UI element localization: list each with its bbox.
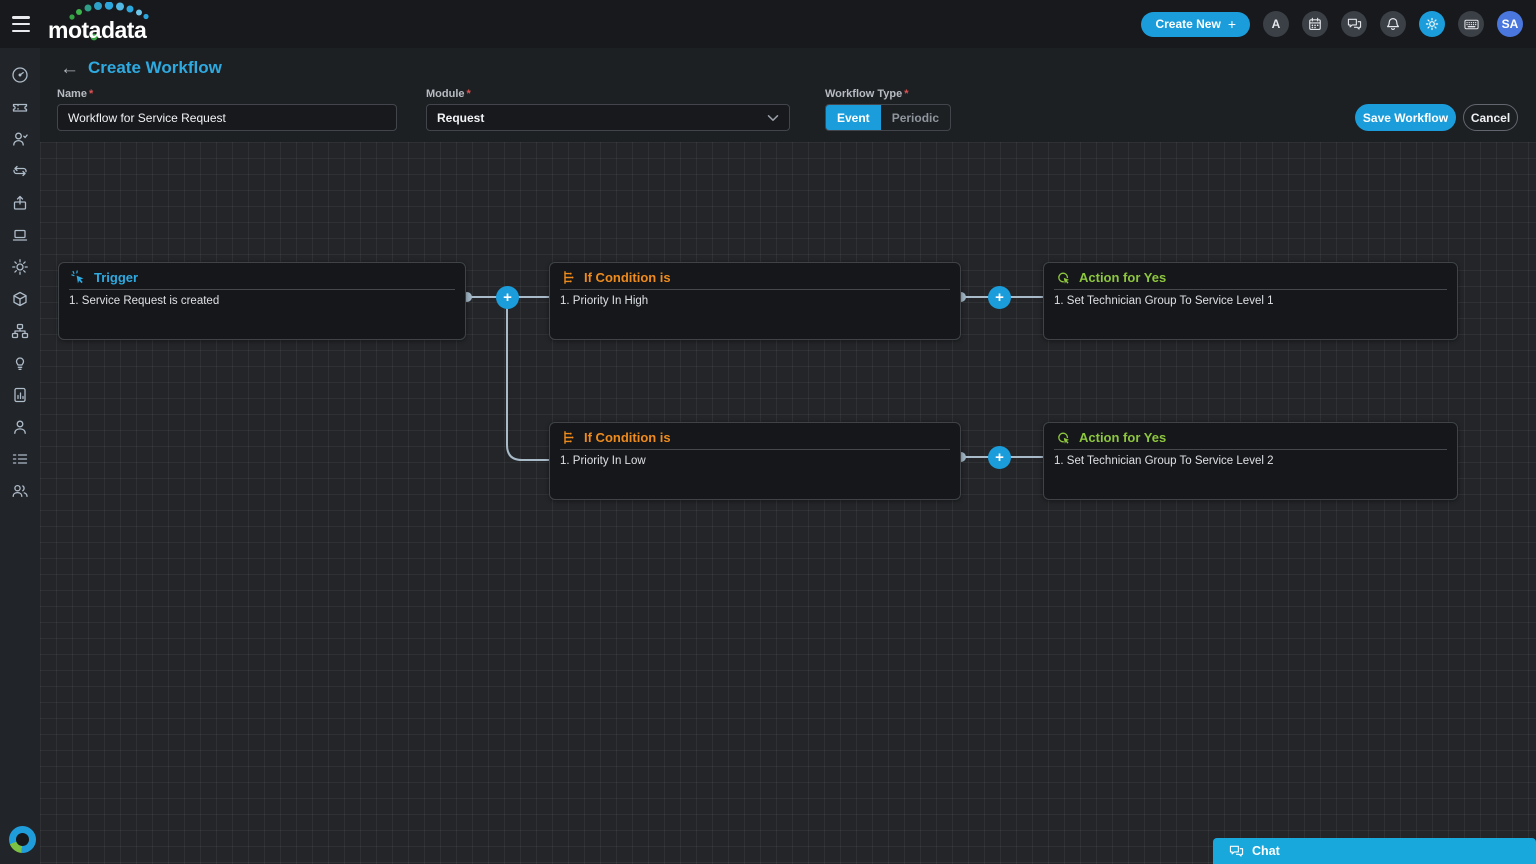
calendar-button[interactable] bbox=[1302, 11, 1328, 37]
repeat-icon bbox=[13, 165, 27, 177]
sidebar-item-reports[interactable] bbox=[4, 379, 36, 411]
condition-rules-icon bbox=[564, 430, 574, 444]
gear-icon bbox=[1425, 17, 1439, 31]
calendar-icon bbox=[1309, 17, 1321, 30]
notifications-button[interactable] bbox=[1380, 11, 1406, 37]
name-label: Name * bbox=[57, 88, 94, 100]
sidebar bbox=[0, 48, 40, 864]
workflow-type-event[interactable]: Event bbox=[826, 105, 881, 130]
name-input[interactable] bbox=[57, 104, 397, 131]
sidebar-item-topology[interactable] bbox=[4, 315, 36, 347]
page-header: ← Create Workflow Name* Module* Request … bbox=[40, 48, 1536, 142]
node-title: If Condition is bbox=[584, 429, 671, 445]
required-marker: * bbox=[466, 88, 471, 100]
brand-ring-logo bbox=[9, 826, 36, 853]
settings-button[interactable] bbox=[1419, 11, 1445, 37]
add-node-button-after-condition-2[interactable]: + bbox=[988, 446, 1011, 469]
bell-icon bbox=[1387, 18, 1399, 31]
node-condition-2[interactable]: If Condition is 1. Priority In Low bbox=[549, 422, 961, 500]
add-node-button-after-condition-1[interactable]: + bbox=[988, 286, 1011, 309]
chat-label: Chat bbox=[1252, 844, 1280, 858]
topbar-actions: Create New + A SA bbox=[1141, 11, 1536, 37]
node-action-1[interactable]: Action for Yes 1. Set Technician Group T… bbox=[1043, 262, 1458, 340]
chat-bar[interactable]: Chat bbox=[1213, 838, 1536, 864]
gauge-icon bbox=[12, 67, 28, 83]
sidebar-item-users[interactable] bbox=[4, 123, 36, 155]
workflow-type-label: Workflow Type * bbox=[825, 88, 909, 100]
sidebar-item-workflows[interactable] bbox=[4, 155, 36, 187]
page-title: Create Workflow bbox=[88, 58, 222, 77]
module-select[interactable]: Request bbox=[426, 104, 790, 131]
contacts-icon bbox=[12, 484, 28, 498]
sidebar-item-assets[interactable] bbox=[4, 219, 36, 251]
workflow-type-periodic[interactable]: Periodic bbox=[881, 105, 950, 130]
messages-button[interactable] bbox=[1341, 11, 1367, 37]
brand-name: motadata bbox=[48, 17, 147, 43]
sidebar-item-requests[interactable] bbox=[4, 91, 36, 123]
brand-logo[interactable]: motadata bbox=[48, 2, 178, 46]
app-root: motadata Create New + A SA ← Create Work… bbox=[0, 0, 1536, 864]
node-condition-1[interactable]: If Condition is 1. Priority In High bbox=[549, 262, 961, 340]
sidebar-item-release[interactable] bbox=[4, 187, 36, 219]
node-item: 1. Set Technician Group To Service Level… bbox=[1054, 455, 1274, 467]
node-title: Trigger bbox=[94, 269, 139, 285]
page-title-row: ← Create Workflow bbox=[60, 58, 222, 78]
user-avatar[interactable]: SA bbox=[1497, 11, 1523, 37]
keyboard-icon bbox=[1463, 19, 1479, 29]
sitemap-icon bbox=[11, 323, 29, 339]
chevron-down-icon bbox=[767, 114, 779, 121]
ticket-icon bbox=[12, 103, 28, 112]
laptop-icon bbox=[12, 229, 28, 241]
save-workflow-button[interactable]: Save Workflow bbox=[1355, 104, 1456, 131]
hamburger-menu-icon[interactable] bbox=[12, 16, 34, 32]
release-icon bbox=[13, 195, 27, 210]
sidebar-item-dashboard[interactable] bbox=[4, 59, 36, 91]
bulb-icon bbox=[15, 357, 25, 370]
sidebar-item-packages[interactable] bbox=[4, 283, 36, 315]
node-item: 1. Priority In High bbox=[560, 295, 649, 307]
gear-icon bbox=[12, 259, 28, 275]
node-title: Action for Yes bbox=[1079, 429, 1167, 445]
action-tap-icon bbox=[1058, 432, 1070, 444]
node-item: 1. Set Technician Group To Service Level… bbox=[1054, 295, 1274, 307]
brand-ring-hole bbox=[16, 833, 29, 846]
add-node-button-after-trigger[interactable]: + bbox=[496, 286, 519, 309]
chat-bubbles-icon bbox=[1229, 845, 1244, 857]
required-marker: * bbox=[88, 88, 94, 100]
node-item: 1. Priority In Low bbox=[560, 455, 646, 467]
technician-icon bbox=[14, 420, 26, 434]
plus-icon: + bbox=[1227, 16, 1236, 32]
sidebar-item-technicians[interactable] bbox=[4, 411, 36, 443]
required-marker: * bbox=[904, 88, 909, 100]
package-icon bbox=[13, 291, 27, 307]
back-arrow-icon[interactable]: ← bbox=[60, 59, 79, 78]
workflow-canvas[interactable]: + + + Trigger 1. Service Request is crea… bbox=[40, 142, 1536, 864]
node-trigger[interactable]: Trigger 1. Service Request is created bbox=[58, 262, 466, 340]
chat-bubbles-icon bbox=[1347, 18, 1361, 30]
node-title: Action for Yes bbox=[1079, 269, 1167, 285]
topbar: motadata Create New + A SA bbox=[0, 0, 1536, 48]
node-item: 1. Service Request is created bbox=[69, 295, 220, 307]
cancel-button[interactable]: Cancel bbox=[1463, 104, 1518, 131]
module-label: Module * bbox=[426, 88, 471, 100]
workflow-connectors bbox=[462, 292, 1043, 462]
action-tap-icon bbox=[1058, 272, 1070, 284]
report-icon bbox=[14, 387, 26, 403]
sidebar-item-contacts[interactable] bbox=[4, 475, 36, 507]
user-check-icon bbox=[13, 132, 28, 146]
sidebar-item-knowledge[interactable] bbox=[4, 347, 36, 379]
workflow-type-toggle: Event Periodic bbox=[825, 104, 952, 131]
node-action-2[interactable]: Action for Yes 1. Set Technician Group T… bbox=[1043, 422, 1458, 500]
condition-rules-icon bbox=[564, 270, 574, 284]
task-list-icon bbox=[12, 454, 28, 464]
keyboard-button[interactable] bbox=[1458, 11, 1484, 37]
sidebar-item-settings[interactable] bbox=[4, 251, 36, 283]
node-title: If Condition is bbox=[584, 269, 671, 285]
trigger-click-icon bbox=[71, 269, 84, 283]
sidebar-item-tasks[interactable] bbox=[4, 443, 36, 475]
create-new-button[interactable]: Create New + bbox=[1141, 11, 1250, 37]
module-select-value: Request bbox=[437, 110, 485, 125]
announcement-button[interactable]: A bbox=[1263, 11, 1289, 37]
